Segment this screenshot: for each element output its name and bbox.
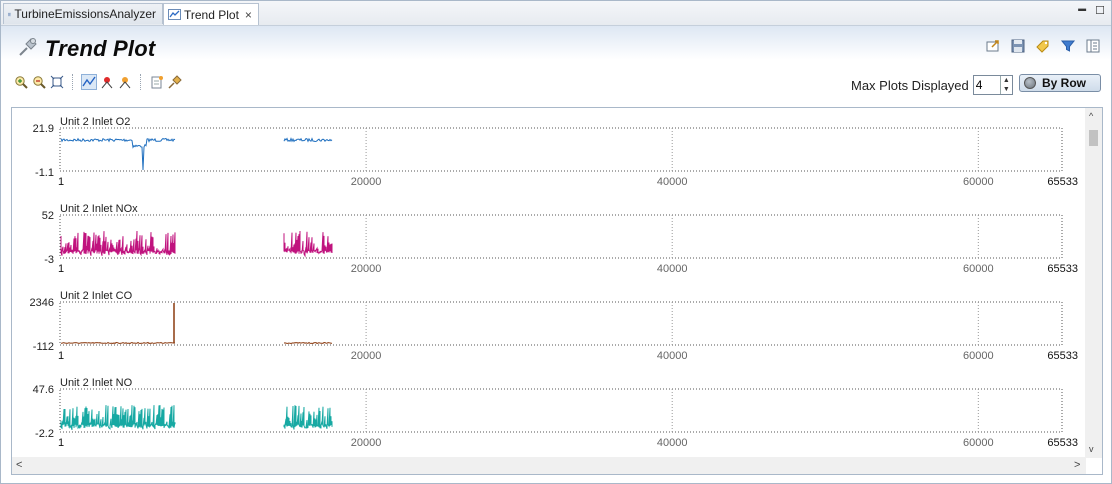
plot-title: Unit 2 Inlet NOx [60,203,138,215]
x-min-label: 1 [58,263,64,275]
y-max-label: 52 [42,210,54,222]
x-tick-label: 40000 [657,176,688,188]
trend-plot[interactable]: Unit 2 Inlet NOx 52 -3 1 20000 40000 60000 6553… [42,203,1078,275]
tag-icon[interactable] [1035,38,1051,54]
save-icon[interactable] [1010,38,1026,54]
x-tick-label: 60000 [963,350,994,362]
page-header: Trend Plot [1,26,1111,61]
tab-turbine-emissions-analyzer[interactable]: TurbineEmissionsAnalyzer [3,3,163,24]
y-max-label: 2346 [30,297,54,309]
minimize-icon[interactable]: ▬ [1078,4,1086,17]
marker-orange-icon[interactable] [118,75,132,89]
vertical-scrollbar[interactable]: ^ v [1085,108,1102,458]
pin-icon [19,38,37,56]
plot-title: Unit 2 Inlet NO [60,377,133,389]
plot-frame [59,388,1063,433]
close-icon[interactable]: × [245,8,252,22]
plot-frame [59,127,1063,172]
y-min-label: -2.2 [35,428,54,440]
maximize-icon[interactable]: ☐ [1095,4,1105,17]
x-tick-label: 40000 [657,437,688,449]
x-tick-label: 20000 [351,350,382,362]
plot-panel: Unit 2 Inlet O2 21.9 -1.1 1 20000 40000 60000 6… [11,107,1103,475]
y-max-label: 47.6 [33,384,54,396]
scroll-left-icon[interactable]: < [16,459,22,471]
max-plots-spinner[interactable]: ▲ ▼ [972,75,1013,95]
x-min-label: 1 [58,350,64,362]
x-tick-label: 40000 [657,350,688,362]
x-tick-label: 40000 [657,263,688,275]
x-min-label: 1 [58,437,64,449]
layout-icon[interactable] [1085,38,1101,54]
fit-icon[interactable] [50,75,64,89]
y-min-label: -1.1 [35,167,54,179]
y-max-label: 21.9 [33,123,54,135]
toolbar-separator [140,74,142,90]
x-tick-label: 20000 [351,437,382,449]
header-actions [985,38,1101,54]
x-tick-label: 60000 [963,437,994,449]
vertical-scroll-thumb[interactable] [1089,130,1098,146]
scroll-up-icon[interactable]: ^ [1089,111,1093,121]
tab-trend-plot[interactable]: Trend Plot × [163,3,259,25]
tab-strip: TurbineEmissionsAnalyzer Trend Plot × ▬ … [1,1,1111,26]
zoom-out-icon[interactable] [32,75,46,89]
plot-toolbar: Max Plots Displayed ▲ ▼ By Row [1,63,1111,101]
x-max-label: 65533 [1047,176,1078,188]
spinner-up-icon[interactable]: ▲ [1001,76,1012,85]
zoom-in-icon[interactable] [14,75,28,89]
line-mode-icon[interactable] [81,74,97,90]
page-title: Trend Plot [45,36,156,61]
spinner-down-icon[interactable]: ▼ [1001,85,1012,94]
spinner-arrows[interactable]: ▲ ▼ [999,76,1012,94]
scroll-right-icon[interactable]: > [1074,459,1080,471]
x-max-label: 65533 [1047,263,1078,275]
window-controls: ▬ ☐ [1078,4,1105,17]
x-max-label: 65533 [1047,437,1078,449]
trend-plots[interactable]: Unit 2 Inlet O2 21.9 -1.1 1 20000 40000 60000 6… [12,108,1086,458]
horizontal-scrollbar[interactable]: < > [12,457,1086,474]
line-chart-icon [168,9,181,20]
notes-icon[interactable] [150,75,164,89]
tab-label: TurbineEmissionsAnalyzer [14,7,156,21]
x-max-label: 65533 [1047,350,1078,362]
max-plots-input[interactable] [973,76,1000,94]
pin-tool-icon[interactable] [168,75,182,89]
x-tick-label: 60000 [963,263,994,275]
plot-frame [59,301,1063,346]
filter-icon[interactable] [1060,38,1076,54]
max-plots-label: Max Plots Displayed [851,77,969,93]
y-min-label: -3 [44,254,54,266]
toolbar-separator [72,74,74,90]
x-tick-label: 20000 [351,176,382,188]
by-row-label: By Row [1042,76,1087,90]
tool-group [14,74,182,90]
x-min-label: 1 [58,176,64,188]
max-plots-control: Max Plots Displayed ▲ ▼ [851,75,1013,95]
scroll-down-icon[interactable]: v [1089,444,1094,454]
by-row-toggle[interactable]: By Row [1019,74,1101,92]
plot-title: Unit 2 Inlet CO [60,290,133,302]
toggle-dot-icon [1024,77,1036,89]
trend-plot[interactable]: Unit 2 Inlet O2 21.9 -1.1 1 20000 40000 60000 6… [33,116,1078,188]
trend-plot[interactable]: Unit 2 Inlet NO 47.6 -2.2 1 20000 40000 60000 6… [33,377,1078,449]
plot-frame [59,214,1063,259]
table-icon [8,12,12,16]
trend-plot-window: TurbineEmissionsAnalyzer Trend Plot × ▬ … [0,0,1112,484]
plot-title: Unit 2 Inlet O2 [60,116,130,128]
x-tick-label: 60000 [963,176,994,188]
tab-label: Trend Plot [184,7,239,22]
y-min-label: -112 [33,341,54,353]
marker-red-icon[interactable] [100,75,114,89]
trend-plot[interactable]: Unit 2 Inlet CO 2346 -112 1 20000 40000 60000 6… [30,290,1078,362]
x-tick-label: 20000 [351,263,382,275]
export-icon[interactable] [985,38,1001,54]
